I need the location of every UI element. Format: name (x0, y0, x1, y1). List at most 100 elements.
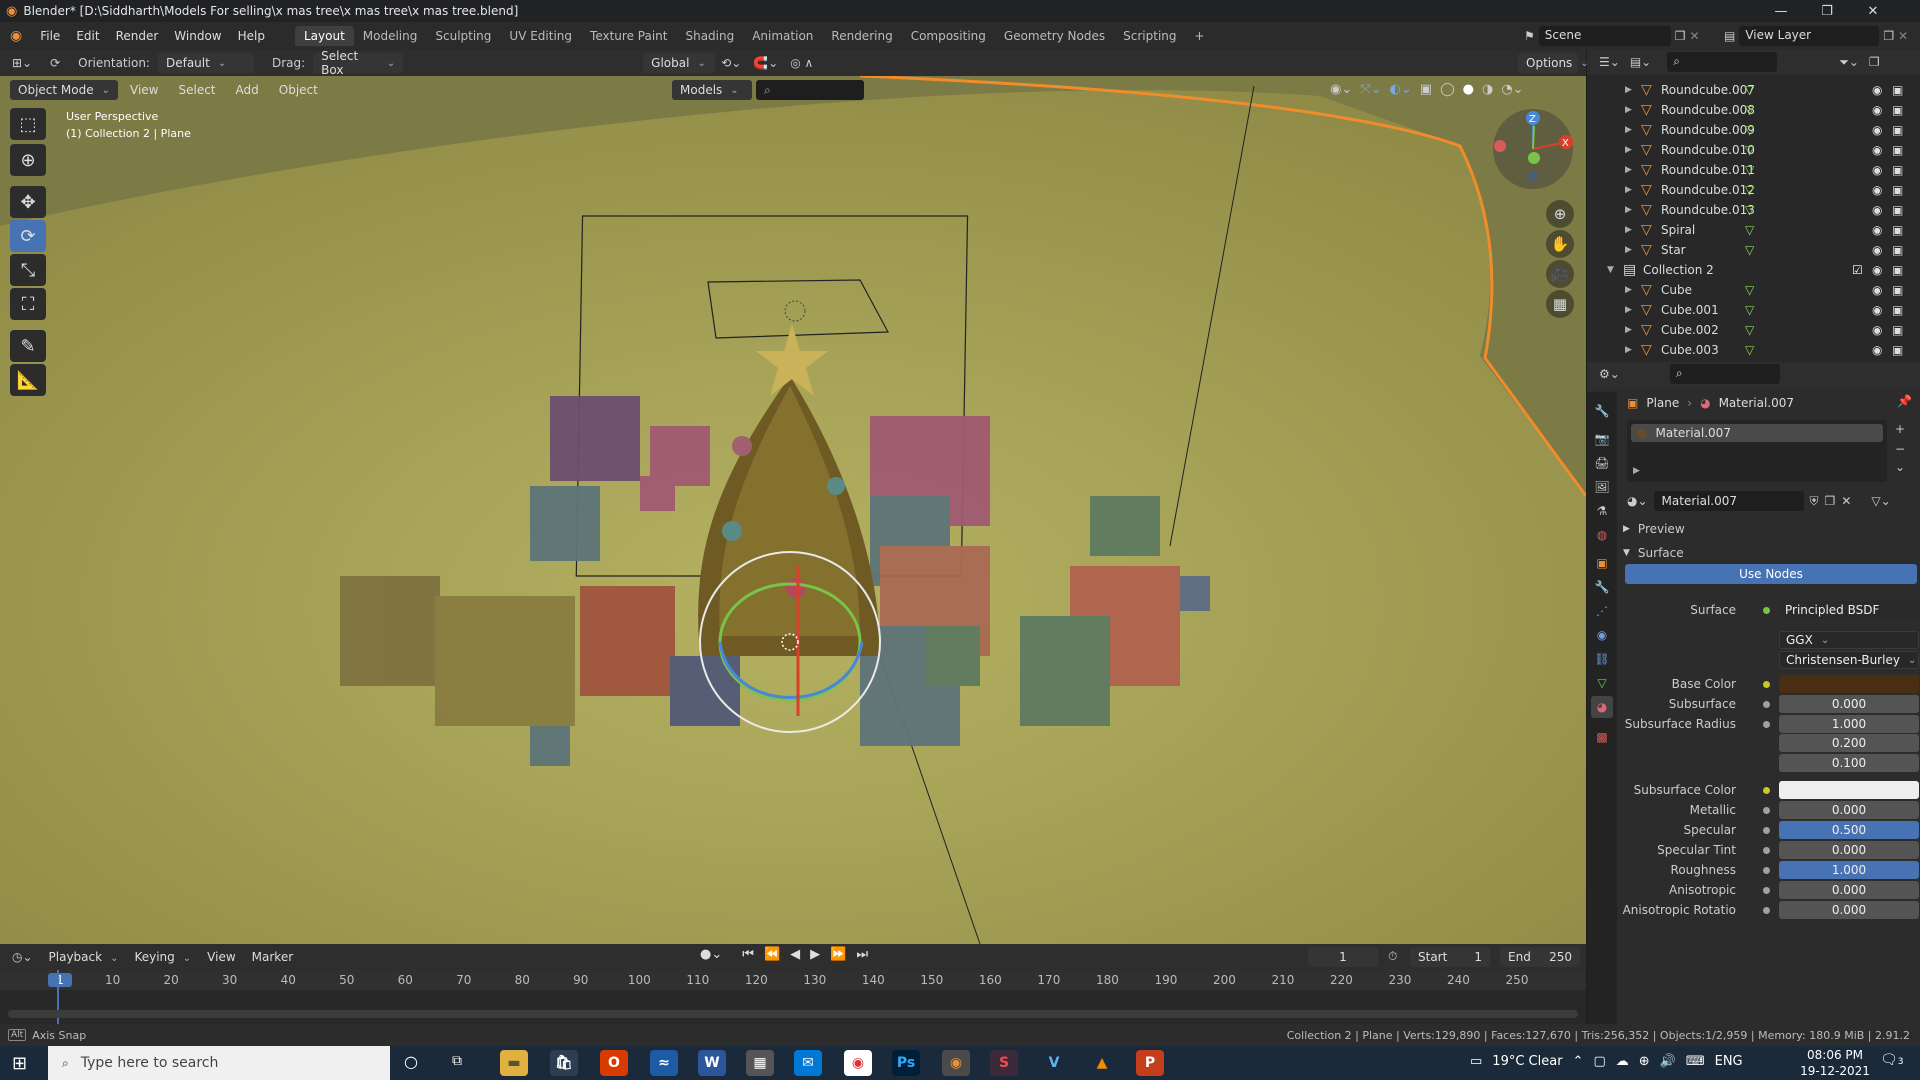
snap-icon[interactable]: 🧲⌄ (747, 56, 784, 70)
onedrive-icon[interactable]: ☁ (1616, 1054, 1629, 1069)
drag-dropdown[interactable]: Select Box (313, 49, 404, 77)
viewport-menu-object[interactable]: Object (271, 83, 326, 97)
outliner-object-row[interactable]: ▶ ▽ Spiral ▽ ◉ ▣ (1587, 220, 1920, 240)
powerpoint-icon[interactable]: P (1136, 1050, 1164, 1076)
menu-help[interactable]: Help (230, 29, 273, 43)
properties-editor-icon[interactable]: ⚙⌄ (1599, 367, 1620, 381)
delete-scene-icon[interactable]: ✕ (1690, 29, 1700, 43)
material-slot-item[interactable]: ● Material.007 (1631, 424, 1883, 442)
fake-user-icon[interactable]: ⛨ (1810, 494, 1819, 509)
measure-tool[interactable]: 📐 (10, 364, 46, 396)
outliner-object-row[interactable]: ▶ ▽ Roundcube.011 ▽ ◉ ▣ (1587, 160, 1920, 180)
tab-scripting[interactable]: Scripting (1114, 26, 1185, 46)
app-icon-3[interactable]: S (990, 1050, 1018, 1076)
material-link-icon[interactable]: ▽⌄ (1871, 494, 1890, 508)
add-slot-icon[interactable]: + (1895, 422, 1905, 436)
scene-name-field[interactable]: Scene (1538, 26, 1671, 46)
properties-search-input[interactable]: ⌕ (1669, 364, 1780, 384)
visibility-eye-icon[interactable]: ◉ (1872, 103, 1882, 117)
proportional-edit-icon[interactable]: ◎ ∧ (784, 56, 819, 70)
play-reverse-icon[interactable]: ◀ (790, 947, 800, 962)
scene-tab-icon[interactable]: ⚗ (1591, 500, 1613, 522)
restore-button[interactable]: ❐ (1804, 0, 1850, 22)
tab-texture-paint[interactable]: Texture Paint (581, 26, 676, 46)
numeric-field[interactable]: 0.000 (1779, 881, 1919, 899)
visibility-eye-icon[interactable]: ◉ (1872, 303, 1882, 317)
visibility-eye-icon[interactable]: ◉ (1872, 343, 1882, 357)
store-icon[interactable]: 🛍 (550, 1050, 578, 1076)
render-camera-icon[interactable]: ▣ (1892, 243, 1903, 257)
windows-start-icon[interactable]: ⊞ (12, 1053, 27, 1074)
visibility-eye-icon[interactable]: ◉ (1872, 263, 1882, 277)
timeline-editor-icon[interactable]: ◷⌄ (0, 950, 41, 964)
object-mode-dropdown[interactable]: Object Mode (10, 80, 118, 100)
outliner-object-row[interactable]: ▶ ▽ Cube.002 ▽ ◉ ▣ (1587, 320, 1920, 340)
weather-icon[interactable]: ▭ (1470, 1054, 1482, 1069)
viewport-menu-add[interactable]: Add (228, 83, 267, 97)
browse-material-icon[interactable]: ◕⌄ (1627, 494, 1648, 508)
shading-rendered-icon[interactable]: ◔⌄ (1501, 82, 1523, 97)
numeric-field[interactable]: 0.000 (1779, 695, 1919, 713)
app-icon[interactable]: ≈ (650, 1050, 678, 1076)
numeric-field[interactable]: 1.000 (1779, 861, 1919, 879)
record-icon[interactable]: ●⌄ (700, 947, 722, 962)
particles-tab-icon[interactable]: ⋰ (1591, 600, 1613, 622)
taskbar-search-box[interactable]: ⌕ Type here to search (48, 1046, 390, 1080)
volume-icon[interactable]: 🔊 (1660, 1054, 1676, 1069)
tab-geometry-nodes[interactable]: Geometry Nodes (995, 26, 1114, 46)
texture-tab-icon[interactable]: ▩ (1591, 726, 1613, 748)
minimize-button[interactable]: — (1758, 0, 1804, 22)
render-camera-icon[interactable]: ▣ (1892, 123, 1903, 137)
notifications-icon[interactable]: 🗨3 (1880, 1052, 1904, 1068)
office-icon[interactable]: O (600, 1050, 628, 1076)
render-camera-icon[interactable]: ▣ (1892, 283, 1903, 297)
distribution-dropdown[interactable]: GGX (1779, 631, 1919, 649)
annotate-tool[interactable]: ✎ (10, 330, 46, 362)
expand-arrow-icon[interactable]: ▶ (1625, 145, 1632, 155)
world-tab-icon[interactable]: ◍ (1591, 524, 1613, 546)
scene-icon[interactable]: ⚑ (1524, 29, 1535, 43)
clock[interactable]: 08:06 PM 19-12-2021 (1790, 1047, 1880, 1079)
viewport-menu-select[interactable]: Select (170, 83, 223, 97)
models-dropdown[interactable]: Models (672, 80, 752, 100)
overlay-toggle-icon[interactable]: ◐⌄ (1390, 82, 1412, 97)
new-scene-icon[interactable]: ❐ (1675, 29, 1686, 43)
shading-material-icon[interactable]: ◑ (1482, 82, 1493, 97)
color-swatch-field[interactable] (1779, 675, 1919, 693)
play-icon[interactable]: ▶ (810, 947, 820, 962)
tab-uv-editing[interactable]: UV Editing (500, 26, 581, 46)
outliner-object-row[interactable]: ▶ ▽ Roundcube.009 ▽ ◉ ▣ (1587, 120, 1920, 140)
blender-taskbar-icon[interactable]: ◉ (942, 1050, 970, 1076)
tray-chevron-icon[interactable]: ⌃ (1573, 1054, 1584, 1069)
transform-tool[interactable]: ⛶ (10, 288, 46, 320)
current-frame-field[interactable]: 1 (1308, 947, 1378, 967)
3d-viewport[interactable]: Object Mode View Select Add Object Model… (0, 76, 1586, 944)
visibility-eye-icon[interactable]: ◉ (1872, 163, 1882, 177)
viewport-search-input[interactable]: ⌕ (756, 80, 864, 100)
duplicate-material-icon[interactable]: ❐ (1825, 494, 1836, 508)
render-camera-icon[interactable]: ▣ (1892, 303, 1903, 317)
close-button[interactable]: ✕ (1850, 0, 1896, 22)
timeline-area[interactable]: 1 10 20 30 40 50 60 70 80 90 100 110 120 130 140 150 160… (0, 970, 1586, 1024)
tab-layout[interactable]: Layout (294, 26, 354, 46)
photoshop-icon[interactable]: Ps (892, 1050, 920, 1076)
numeric-field[interactable]: 0.100 (1779, 754, 1919, 772)
view-layer-tab-icon[interactable]: 🖼 (1591, 476, 1613, 498)
timeline-menu-view[interactable]: View (199, 950, 243, 964)
subsurface-method-dropdown[interactable]: Christensen-Burley (1779, 651, 1919, 669)
tab-sculpting[interactable]: Sculpting (426, 26, 500, 46)
mail-icon[interactable]: ✉ (794, 1050, 822, 1076)
color-swatch-field[interactable] (1779, 781, 1919, 799)
xray-icon[interactable]: ▣ (1420, 82, 1432, 97)
tab-animation[interactable]: Animation (743, 26, 822, 46)
vscode-like-icon[interactable]: V (1040, 1050, 1068, 1076)
constraints-tab-icon[interactable]: ⛓ (1591, 648, 1613, 670)
new-collection-icon[interactable]: ❐ (1869, 55, 1880, 69)
remove-slot-icon[interactable]: − (1895, 442, 1905, 456)
outliner-object-row[interactable]: ▶ ▽ Roundcube.010 ▽ ◉ ▣ (1587, 140, 1920, 160)
render-camera-icon[interactable]: ▣ (1892, 183, 1903, 197)
outliner-object-row[interactable]: ▶ ▽ Cube.003 ▽ ◉ ▣ (1587, 340, 1920, 360)
object-tab-icon[interactable]: ▣ (1591, 552, 1613, 574)
outliner-object-row[interactable]: ▶ ▽ Star ▽ ◉ ▣ (1587, 240, 1920, 260)
outliner-object-row[interactable]: ▶ ▽ Cube.001 ▽ ◉ ▣ (1587, 300, 1920, 320)
